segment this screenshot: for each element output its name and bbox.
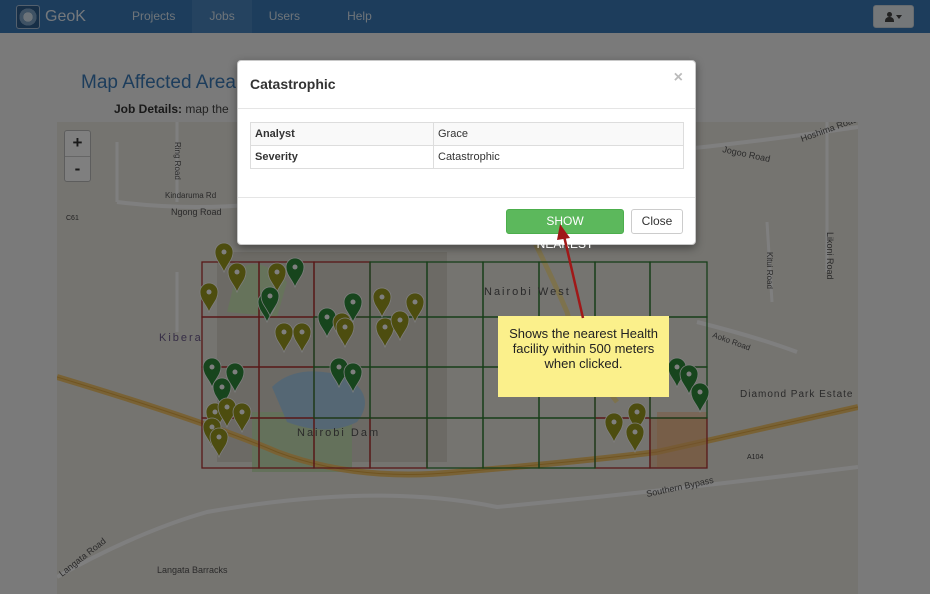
close-icon[interactable]: ×	[674, 69, 683, 87]
details-table: Analyst Grace Severity Catastrophic	[250, 122, 684, 169]
modal-footer: SHOW NEAREST Close	[238, 197, 695, 251]
table-row: Analyst Grace	[250, 122, 684, 146]
modal-header: Catastrophic ×	[238, 61, 695, 109]
modal-title: Catastrophic	[250, 76, 336, 92]
severity-value: Catastrophic	[433, 145, 684, 169]
modal-body: Analyst Grace Severity Catastrophic	[238, 109, 695, 197]
annotation-callout: Shows the nearest Health facility within…	[498, 316, 669, 397]
analyst-label: Analyst	[250, 122, 434, 146]
analyst-value: Grace	[433, 122, 684, 146]
close-button[interactable]: Close	[631, 209, 683, 234]
severity-label: Severity	[250, 145, 434, 169]
details-modal: Catastrophic × Analyst Grace Severity Ca…	[237, 60, 696, 251]
show-nearest-button[interactable]: SHOW NEAREST	[506, 209, 624, 251]
table-row: Severity Catastrophic	[250, 145, 684, 169]
